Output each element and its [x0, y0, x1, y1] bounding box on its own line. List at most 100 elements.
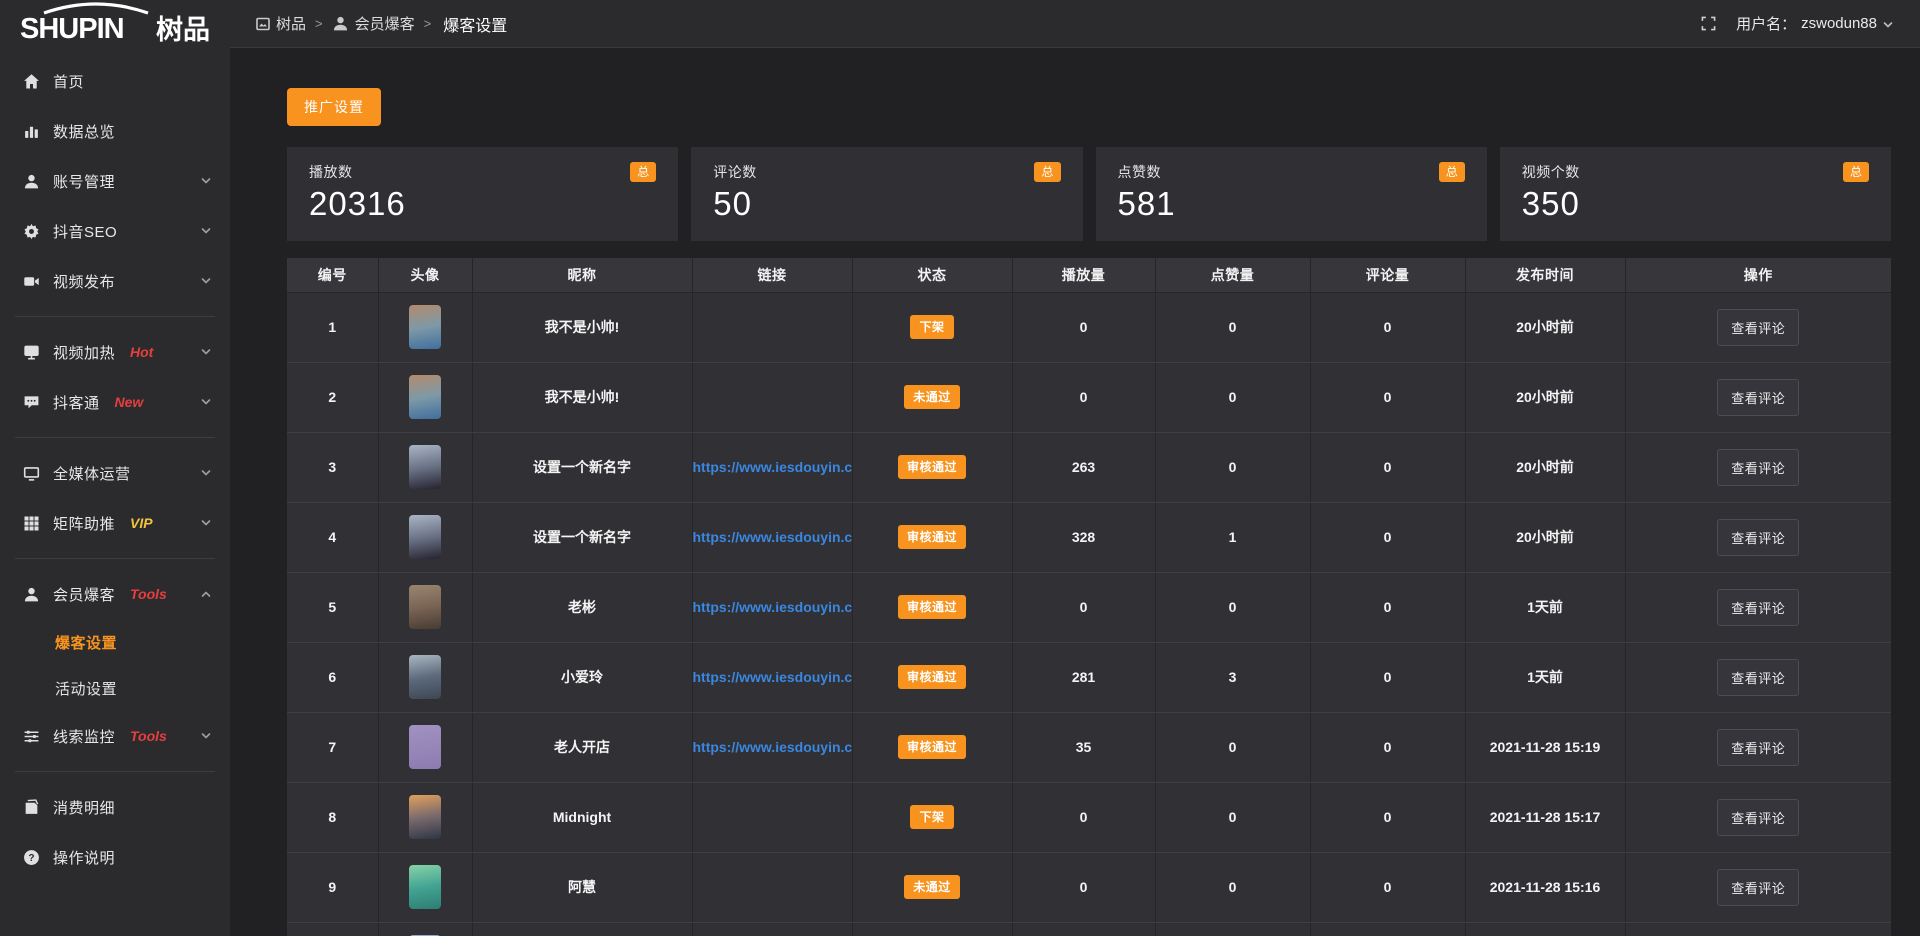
- user-menu[interactable]: 用户名：zswodun88: [1736, 13, 1894, 34]
- cell-link: [692, 782, 852, 852]
- status-badge: 审核通过: [898, 735, 966, 759]
- brand-logo: SHUPIN 树品: [0, 0, 230, 48]
- video-link[interactable]: https://www.iesdouyin.c: [693, 459, 853, 475]
- cell-link: https://www.iesdouyin.c: [692, 572, 852, 642]
- cell-time: 20小时前: [1465, 502, 1625, 572]
- view-comments-button[interactable]: 查看评论: [1717, 449, 1799, 486]
- sidebar-divider: [15, 771, 215, 772]
- cell-avatar: [378, 432, 472, 502]
- cell-actions: 查看评论: [1625, 712, 1891, 782]
- sidebar-item-clue-monitor[interactable]: 线索监控Tools: [0, 711, 230, 761]
- status-badge: 下架: [910, 315, 953, 339]
- sidebar-nav: 首页数据总览账号管理抖音SEO视频发布视频加热Hot抖客通New 全媒体运营矩阵助…: [0, 48, 230, 936]
- cell-plays: 0: [1012, 292, 1155, 362]
- avatar: [409, 655, 441, 699]
- cell-time: 20小时前: [1465, 292, 1625, 362]
- view-comments-button[interactable]: 查看评论: [1717, 309, 1799, 346]
- sidebar-item-all-media[interactable]: 全媒体运营: [0, 448, 230, 498]
- video-link[interactable]: https://www.iesdouyin.c: [693, 669, 853, 685]
- stat-card-2: 点赞数 总 581: [1096, 147, 1487, 241]
- cell-time: 20小时前: [1465, 362, 1625, 432]
- view-comments-button[interactable]: 查看评论: [1717, 869, 1799, 906]
- cell-nickname: 小爱玲: [472, 642, 692, 712]
- topbar-right: 用户名：zswodun88: [1701, 13, 1894, 34]
- total-badge: 总: [1439, 162, 1465, 182]
- column-header: 操作: [1625, 258, 1891, 292]
- sidebar-item-douyin-seo[interactable]: 抖音SEO: [0, 206, 230, 256]
- brand-logo-cn: 树品: [156, 15, 210, 45]
- view-comments-button[interactable]: 查看评论: [1717, 379, 1799, 416]
- video-link[interactable]: https://www.iesdouyin.c: [693, 599, 853, 615]
- sidebar-item-account-manage[interactable]: 账号管理: [0, 156, 230, 206]
- fullscreen-icon[interactable]: [1701, 16, 1716, 31]
- promo-settings-button[interactable]: 推广设置: [287, 88, 381, 126]
- column-header: 发布时间: [1465, 258, 1625, 292]
- cell-time: 2021-11-28 15:17: [1465, 782, 1625, 852]
- user-icon: [332, 15, 349, 32]
- video-link[interactable]: https://www.iesdouyin.c: [693, 529, 853, 545]
- gear-icon: [22, 222, 40, 240]
- cell-nickname: 设置一个新名字: [472, 432, 692, 502]
- user-icon: [22, 585, 40, 603]
- sidebar-item-operation-guide[interactable]: ?操作说明: [0, 832, 230, 882]
- cell-status: 审核通过: [852, 502, 1012, 572]
- view-comments-button[interactable]: 查看评论: [1717, 659, 1799, 696]
- breadcrumb-item-shupin[interactable]: 树品: [256, 13, 306, 34]
- sidebar-item-data-overview[interactable]: 数据总览: [0, 106, 230, 156]
- sidebar-subitem-activity-settings[interactable]: 活动设置: [0, 665, 230, 711]
- grid-photo-icon: [256, 17, 270, 31]
- cell-comments: 0: [1310, 852, 1465, 922]
- column-header: 昵称: [472, 258, 692, 292]
- cell-plays: 35: [1012, 712, 1155, 782]
- chevron-up-icon: [200, 588, 212, 600]
- grid-icon: [22, 514, 40, 532]
- cell-status: 未通过: [852, 852, 1012, 922]
- chevron-down-icon: [200, 730, 212, 742]
- cell-time: 1天前: [1465, 642, 1625, 712]
- view-comments-button[interactable]: 查看评论: [1717, 519, 1799, 556]
- videos-table: 编号头像昵称链接状态播放量点赞量评论量发布时间操作 1我不是小帅!下架00020…: [287, 258, 1891, 936]
- sidebar-item-label: 线索监控: [53, 726, 115, 747]
- status-badge: 未通过: [904, 875, 960, 899]
- cell-likes: 0: [1155, 432, 1310, 502]
- breadcrumb-item-member-burst[interactable]: 会员爆客: [332, 13, 415, 34]
- sidebar-item-badge: Tools: [130, 586, 167, 602]
- sidebar-item-badge: Hot: [130, 344, 153, 360]
- table-body: 1我不是小帅!下架00020小时前查看评论2我不是小帅!未通过00020小时前查…: [287, 292, 1891, 936]
- view-comments-button[interactable]: 查看评论: [1717, 799, 1799, 836]
- view-comments-button[interactable]: 查看评论: [1717, 729, 1799, 766]
- sidebar-item-douketong[interactable]: 抖客通New: [0, 377, 230, 427]
- cell-status: 审核通过: [852, 712, 1012, 782]
- table-row: 7老人开店https://www.iesdouyin.c审核通过35002021…: [287, 712, 1891, 782]
- video-link[interactable]: https://www.iesdouyin.c: [693, 739, 853, 755]
- breadcrumb-label: 爆客设置: [443, 12, 507, 36]
- sidebar-item-video-publish[interactable]: 视频发布: [0, 256, 230, 306]
- cell-nickname: 老彬: [472, 572, 692, 642]
- cell-status: 审核通过: [852, 432, 1012, 502]
- sidebar-item-video-heat[interactable]: 视频加热Hot: [0, 327, 230, 377]
- cell-link: [692, 362, 852, 432]
- cell-avatar: [378, 852, 472, 922]
- table-row: 1我不是小帅!下架00020小时前查看评论: [287, 292, 1891, 362]
- total-badge: 总: [630, 162, 656, 182]
- sidebar-item-matrix-boost[interactable]: 矩阵助推VIP: [0, 498, 230, 548]
- cell-plays: 0: [1012, 782, 1155, 852]
- cell-link: https://www.iesdouyin.c: [692, 502, 852, 572]
- cell-time: 2021-11-28 15:16: [1465, 852, 1625, 922]
- sidebar-item-home[interactable]: 首页: [0, 56, 230, 106]
- breadcrumb-item-burst-settings: 爆客设置: [443, 12, 507, 36]
- sidebar-item-member-burst[interactable]: 会员爆客Tools: [0, 569, 230, 619]
- chevron-down-icon: [200, 175, 212, 187]
- breadcrumb: 树品>会员爆客>爆客设置: [256, 12, 507, 36]
- stat-card-1: 评论数 总 50: [691, 147, 1082, 241]
- cell-actions: 查看评论: [1625, 292, 1891, 362]
- sidebar-item-consume-detail[interactable]: 消费明细: [0, 782, 230, 832]
- topbar: 树品>会员爆客>爆客设置 用户名：zswodun88: [230, 0, 1920, 48]
- cell-likes: [1155, 922, 1310, 936]
- cell-nickname: 老人开店: [472, 712, 692, 782]
- view-comments-button[interactable]: 查看评论: [1717, 589, 1799, 626]
- avatar: [409, 865, 441, 909]
- sidebar-subitem-burst-settings[interactable]: 爆客设置: [0, 619, 230, 665]
- cell-actions: 查看评论: [1625, 502, 1891, 572]
- sidebar-item-label: 抖客通: [53, 392, 100, 413]
